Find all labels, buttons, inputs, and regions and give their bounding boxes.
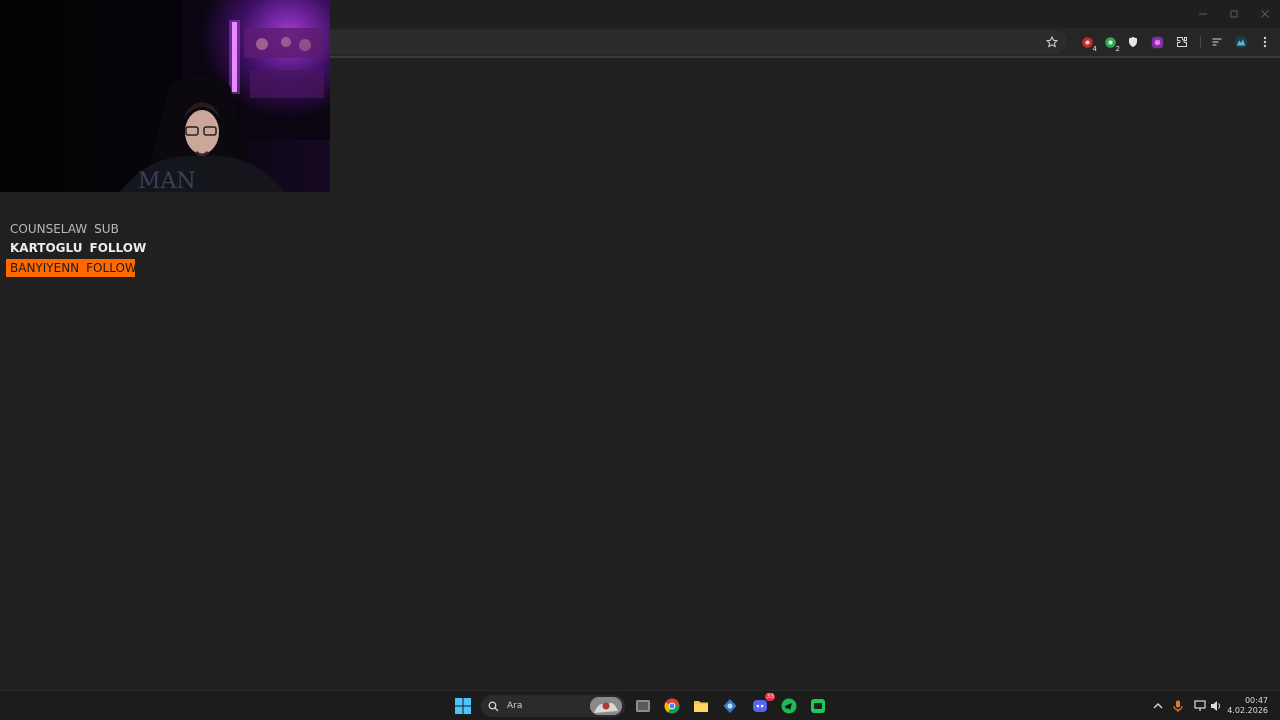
clock-date: 4.02.2026	[1227, 706, 1268, 715]
network-app-icon	[723, 699, 737, 713]
task-view-button[interactable]	[632, 695, 654, 717]
extension-green-icon[interactable]: 2	[1102, 34, 1121, 53]
close-icon	[1260, 10, 1269, 18]
show-hidden-icons-button[interactable]	[1151, 699, 1165, 713]
page-top-divider	[330, 56, 1280, 58]
extension-badge: 2	[1114, 45, 1121, 53]
chrome-icon	[664, 698, 680, 714]
menu-kebab-icon[interactable]	[1257, 34, 1273, 50]
taskbar-search[interactable]: Ara	[481, 695, 625, 717]
network-app-button[interactable]	[719, 695, 741, 717]
folder-icon	[694, 701, 708, 712]
close-button[interactable]	[1249, 0, 1280, 28]
taskbar-clock[interactable]: 00:47 4.02.2026	[1218, 696, 1268, 716]
search-icon	[488, 701, 499, 711]
webcam-feed: MAN	[0, 0, 330, 192]
minimize-button[interactable]	[1187, 0, 1218, 28]
network-tray-button[interactable]	[1193, 699, 1207, 713]
chrome-taskbar-button[interactable]	[661, 695, 683, 717]
discord-taskbar-button[interactable]: 33	[749, 693, 775, 717]
discord-icon	[753, 700, 767, 712]
windows-logo-icon	[455, 698, 471, 714]
minimize-icon	[1198, 13, 1207, 15]
clock-time: 00:47	[1244, 696, 1268, 705]
windows-taskbar: Ara 33 00:47 4.02.2026	[0, 690, 1280, 720]
search-highlight-image	[590, 697, 622, 715]
profile-avatar-icon[interactable]	[1233, 34, 1249, 50]
app-green-taskbar-button[interactable]	[807, 695, 829, 717]
reading-list-icon[interactable]	[1209, 34, 1225, 50]
search-placeholder: Ara	[507, 701, 523, 711]
network-monitor-icon	[1194, 700, 1206, 711]
extension-pink-icon[interactable]	[1149, 34, 1165, 50]
restore-icon	[1230, 10, 1237, 18]
app-green-icon	[811, 699, 825, 713]
file-explorer-button[interactable]	[690, 695, 712, 717]
alert-action: FOLLOW	[89, 241, 147, 255]
task-view-icon	[636, 700, 650, 712]
start-button[interactable]	[452, 695, 474, 717]
window-controls	[1187, 0, 1280, 28]
svg-text:MAN: MAN	[138, 169, 196, 192]
toolbar-separator	[1200, 36, 1201, 48]
alert-username: COUNSELAW	[10, 222, 88, 236]
notification-badge: 33	[765, 693, 775, 701]
telegram-green-icon	[781, 698, 797, 714]
alert-row-follow-highlighted: BANYIYENN FOLLOW	[6, 259, 137, 277]
chevron-up-icon	[1153, 703, 1163, 709]
alert-action: SUB	[94, 222, 119, 236]
alert-row-follow: KARTOGLU FOLLOW	[6, 239, 150, 257]
bookmark-star-icon[interactable]	[1044, 34, 1060, 50]
messenger-taskbar-button[interactable]	[778, 695, 800, 717]
extension-shield-icon[interactable]	[1125, 34, 1141, 50]
alert-row-sub: COUNSELAW SUB	[6, 220, 123, 238]
extensions-puzzle-icon[interactable]	[1174, 34, 1190, 50]
address-bar[interactable]	[330, 30, 1067, 54]
microphone-tray-button[interactable]	[1171, 699, 1185, 713]
alert-username: KARTOGLU	[10, 241, 83, 255]
extension-badge: 4	[1091, 45, 1098, 53]
extension-red-icon[interactable]: 4	[1079, 34, 1098, 53]
alert-username: BANYIYENN	[10, 261, 80, 275]
maximize-button[interactable]	[1218, 0, 1249, 28]
microphone-icon	[1173, 700, 1183, 712]
alert-action: FOLLOW	[86, 261, 137, 275]
